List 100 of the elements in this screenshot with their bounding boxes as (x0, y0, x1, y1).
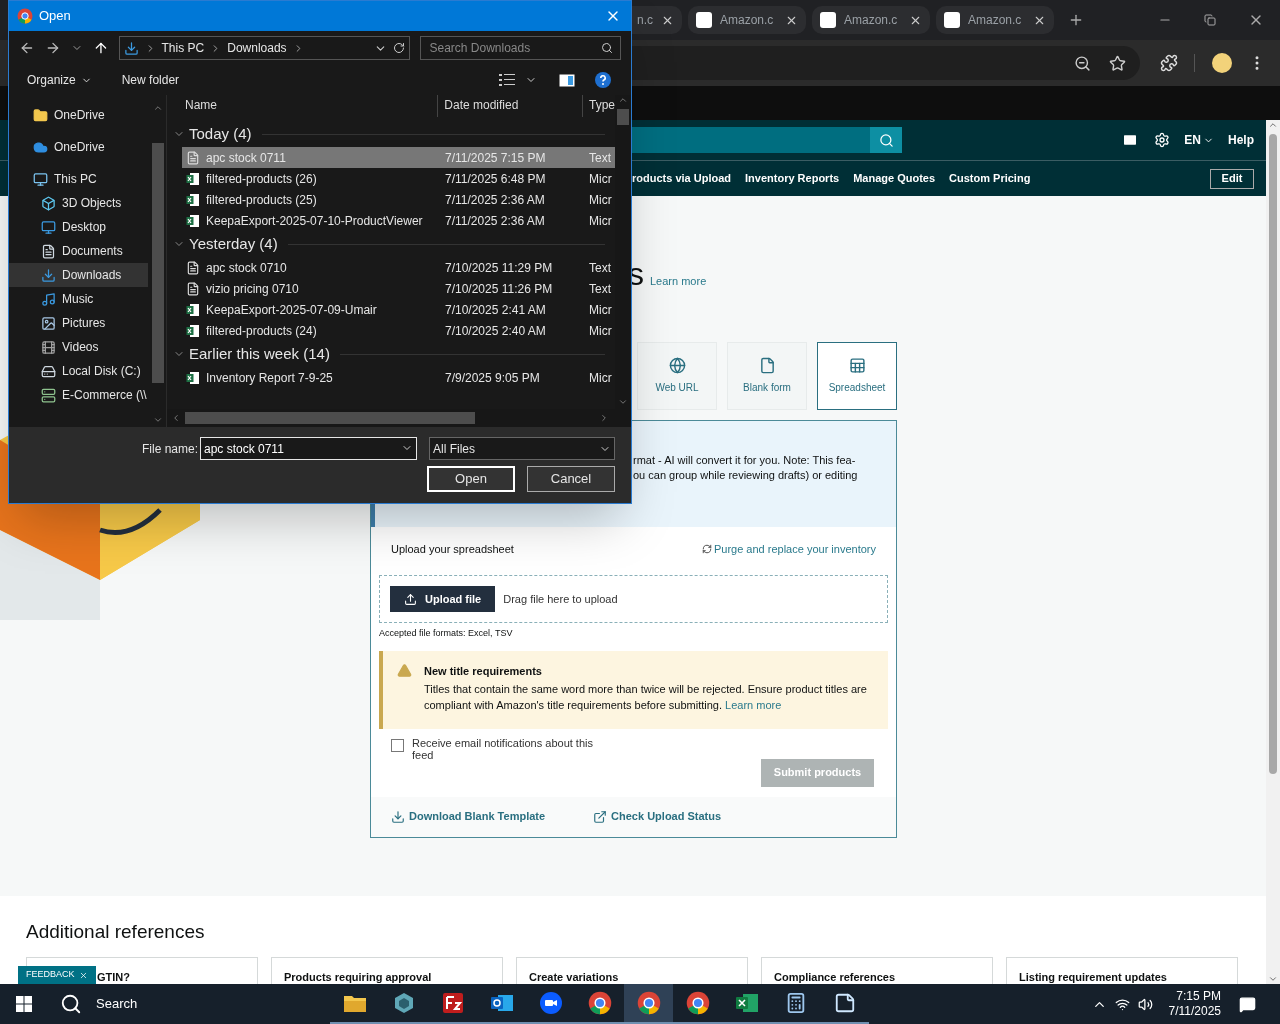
nav-item[interactable]: OneDrive (9, 135, 148, 159)
learn-more-link[interactable]: Learn more (650, 273, 707, 290)
restore-icon[interactable] (1204, 14, 1216, 26)
group-header[interactable]: Yesterday (4) (167, 231, 615, 257)
group-header[interactable]: Earlier this week (14) (167, 341, 615, 367)
new-folder-button[interactable]: New folder (121, 71, 180, 89)
settings-icon[interactable] (1154, 132, 1171, 148)
video-app-icon[interactable] (538, 991, 563, 1015)
scroll-down-icon[interactable] (153, 415, 163, 425)
address-bar[interactable]: This PC Downloads (118, 36, 411, 60)
file-row[interactable]: filtered-products (25) 7/11/2025 2:36 AM Micr (182, 189, 615, 210)
zoom-out-icon[interactable] (1074, 54, 1091, 72)
nav-item[interactable]: Videos (9, 335, 148, 359)
scroll-down-icon[interactable] (618, 397, 628, 407)
group-header[interactable]: Today (4) (167, 121, 615, 147)
file-type-dropdown[interactable]: All Files (429, 437, 615, 460)
folder-icon[interactable] (342, 993, 367, 1013)
drop-zone[interactable]: Upload file Drag file here to upload (379, 575, 888, 623)
help-icon[interactable] (595, 72, 611, 88)
checkbox[interactable] (391, 738, 404, 752)
scroll-left-icon[interactable] (171, 413, 181, 423)
search-field[interactable]: Search Downloads (420, 36, 621, 60)
profile-avatar[interactable] (1212, 53, 1232, 73)
mail-icon[interactable] (1122, 132, 1139, 148)
browser-tab[interactable]: Amazon.c (936, 6, 1054, 34)
cancel-button[interactable]: Cancel (527, 466, 615, 492)
refresh-icon[interactable] (393, 42, 406, 54)
scroll-down-icon[interactable] (1268, 974, 1278, 984)
notepad-icon[interactable] (833, 992, 856, 1014)
scroll-thumb[interactable] (152, 143, 164, 383)
upload-file-button[interactable]: Upload file (390, 586, 496, 612)
organize-button[interactable]: Organize (27, 71, 92, 89)
nav-item[interactable]: 3D Objects (9, 191, 148, 215)
browser-tab[interactable]: Amazon.c (688, 6, 806, 34)
breadcrumb-item[interactable]: Downloads (227, 39, 287, 57)
language-selector[interactable]: EN (1184, 131, 1214, 149)
nav-item[interactable]: Downloads (9, 263, 148, 287)
browser-icon[interactable] (685, 991, 710, 1015)
scroll-thumb[interactable] (185, 412, 475, 424)
nav-item[interactable]: Pictures (9, 311, 148, 335)
nav-link[interactable]: Custom Pricing (949, 170, 1031, 187)
nav-item[interactable]: E-Commerce (\\ (9, 383, 148, 407)
volume-icon[interactable] (1138, 996, 1153, 1012)
mail-app-icon[interactable] (489, 992, 514, 1014)
file-row[interactable]: filtered-products (26) 7/11/2025 6:48 PM Micr (182, 168, 615, 189)
bookmark-star-icon[interactable] (1109, 54, 1126, 72)
taskbar-search[interactable]: Search (60, 984, 320, 1024)
file-row[interactable]: Inventory Report 7-9-25 7/9/2025 9:05 PM Micr (182, 367, 615, 388)
nav-item[interactable]: OneDrive (9, 103, 148, 127)
preview-pane-icon[interactable] (559, 73, 575, 87)
browser-icon[interactable] (636, 991, 661, 1015)
scroll-thumb[interactable] (617, 109, 629, 125)
edit-button[interactable]: Edit (1210, 168, 1254, 189)
diamond-icon[interactable] (392, 992, 415, 1014)
browser-tab[interactable]: Amazon.c (812, 6, 930, 34)
open-button[interactable]: Open (427, 466, 515, 492)
nav-link[interactable]: Inventory Reports (745, 170, 840, 187)
purge-link[interactable]: Purge and replace your inventory (701, 540, 876, 558)
upload-method-tile[interactable]: Web URL (637, 342, 717, 410)
taskbar-app[interactable] (624, 984, 673, 1024)
scroll-up-icon[interactable] (1268, 120, 1278, 130)
file-row[interactable]: KeepaExport-2025-07-09-Umair 7/10/2025 2:41 AM Micr (182, 299, 615, 320)
scroll-thumb[interactable] (1269, 134, 1277, 774)
view-options-icon[interactable] (499, 73, 515, 87)
page-scrollbar[interactable] (1266, 120, 1280, 984)
app-icon[interactable] (441, 992, 464, 1014)
nav-item[interactable]: Documents (9, 239, 148, 263)
search-button[interactable] (870, 127, 902, 153)
scroll-up-icon[interactable] (153, 103, 163, 113)
nav-item[interactable]: This PC (9, 167, 148, 191)
scroll-right-icon[interactable] (599, 413, 609, 423)
nav-link[interactable]: Manage Quotes (853, 170, 936, 187)
help-link[interactable]: Help (1228, 131, 1254, 149)
nav-link[interactable]: roducts via Upload (632, 170, 732, 187)
network-icon[interactable] (1115, 996, 1130, 1012)
nav-item[interactable]: Music (9, 287, 148, 311)
column-header[interactable]: Date modified (438, 95, 583, 117)
close-icon[interactable] (78, 970, 88, 980)
file-row[interactable]: vizio pricing 0710 7/10/2025 11:26 PM Text (182, 278, 615, 299)
file-name-field[interactable]: apc stock 0711 (200, 437, 417, 460)
back-icon[interactable] (19, 40, 35, 56)
upload-method-tile[interactable]: Spreadsheet (817, 342, 897, 410)
nav-item[interactable]: Local Disk (C:) (9, 359, 148, 383)
new-tab-icon[interactable] (1068, 12, 1084, 28)
spreadsheet-app-icon[interactable] (734, 992, 759, 1014)
column-header[interactable]: Type (583, 95, 615, 117)
breadcrumb-item[interactable]: This PC (161, 39, 205, 57)
file-row[interactable]: KeepaExport-2025-07-10-ProductViewer 7/11/2025 2:36 AM Micr (182, 210, 615, 231)
notifications-icon[interactable] (1239, 995, 1256, 1013)
browser-icon[interactable] (587, 991, 612, 1015)
nav-item[interactable]: Desktop (9, 215, 148, 239)
file-row[interactable]: apc stock 0711 7/11/2025 7:15 PM Text (182, 147, 615, 168)
learn-more-link[interactable]: Learn more (725, 698, 782, 711)
footer-link[interactable]: Download Blank Template (391, 808, 546, 825)
windows-logo-icon[interactable] (16, 996, 32, 1012)
clock[interactable]: 7:15 PM 7/11/2025 (1165, 989, 1221, 1019)
scroll-up-icon[interactable] (618, 95, 628, 105)
footer-link[interactable]: Check Upload Status (593, 808, 722, 825)
column-header[interactable]: Name (167, 95, 439, 117)
upload-method-tile[interactable]: Blank form (727, 342, 807, 410)
